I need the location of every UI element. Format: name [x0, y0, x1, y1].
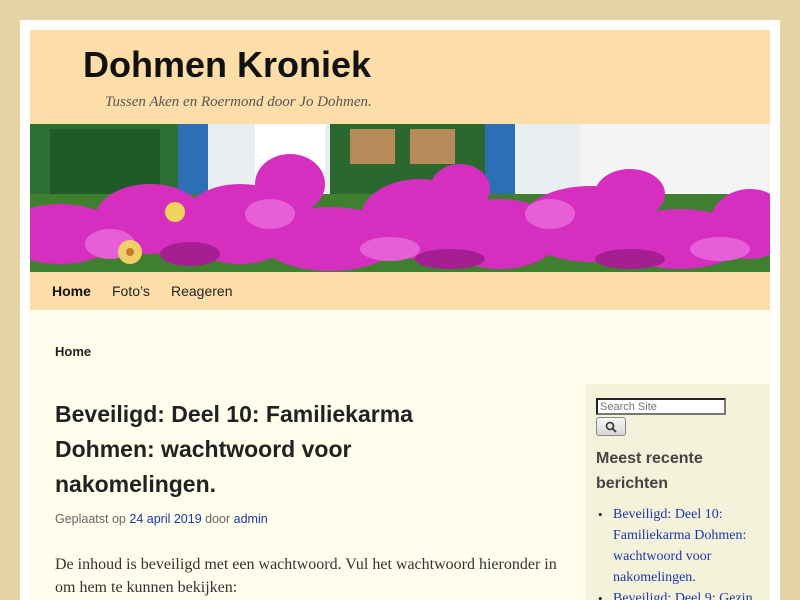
recent-post-link[interactable]: Beveiligd: Deel 9: Gezin Antoon en Marie… — [613, 591, 753, 600]
post-date-link[interactable]: 24 april 2019 — [129, 512, 201, 526]
nav-item-fotos[interactable]: Foto’s — [112, 283, 150, 299]
page-container: Dohmen Kroniek Tussen Aken en Roermond d… — [20, 20, 780, 600]
post-title[interactable]: Beveiligd: Deel 10: Familiekarma Dohmen:… — [55, 397, 475, 502]
nav-item-home[interactable]: Home — [52, 283, 91, 299]
site-title[interactable]: Dohmen Kroniek — [83, 44, 371, 86]
recent-post-link[interactable]: Beveiligd: Deel 10: Familiekarma Dohmen:… — [613, 507, 746, 585]
magnifier-icon — [605, 421, 617, 433]
recent-posts-list: Beveiligd: Deel 10: Familiekarma Dohmen:… — [598, 504, 763, 600]
meta-by: door — [205, 512, 231, 526]
sidebar: Meest recente berichten Beveiligd: Deel … — [586, 384, 770, 600]
header-banner-image — [30, 124, 770, 272]
list-item: Beveiligd: Deel 9: Gezin Antoon en Marie… — [598, 588, 763, 600]
main-navigation: Home Foto’s Reageren — [30, 272, 770, 310]
site-description: Tussen Aken en Roermond door Jo Dohmen. — [105, 94, 372, 110]
post-content: De inhoud is beveiligd met een wachtwoor… — [55, 556, 557, 596]
site-header: Dohmen Kroniek Tussen Aken en Roermond d… — [30, 30, 770, 124]
nav-item-reageren[interactable]: Reageren — [171, 283, 233, 299]
post-author-link[interactable]: admin — [234, 512, 268, 526]
breadcrumb[interactable]: Home — [55, 344, 91, 359]
meta-prefix: Geplaatst op — [55, 512, 126, 526]
list-item: Beveiligd: Deel 10: Familiekarma Dohmen:… — [598, 504, 763, 588]
search-button[interactable] — [596, 417, 626, 436]
search-input[interactable] — [596, 398, 726, 415]
recent-posts-title: Meest recente berichten — [596, 450, 703, 492]
content-area: Home Beveiligd: Deel 10: Familiekarma Do… — [30, 310, 770, 600]
post-meta: Geplaatst op 24 april 2019 door admin — [55, 512, 268, 526]
